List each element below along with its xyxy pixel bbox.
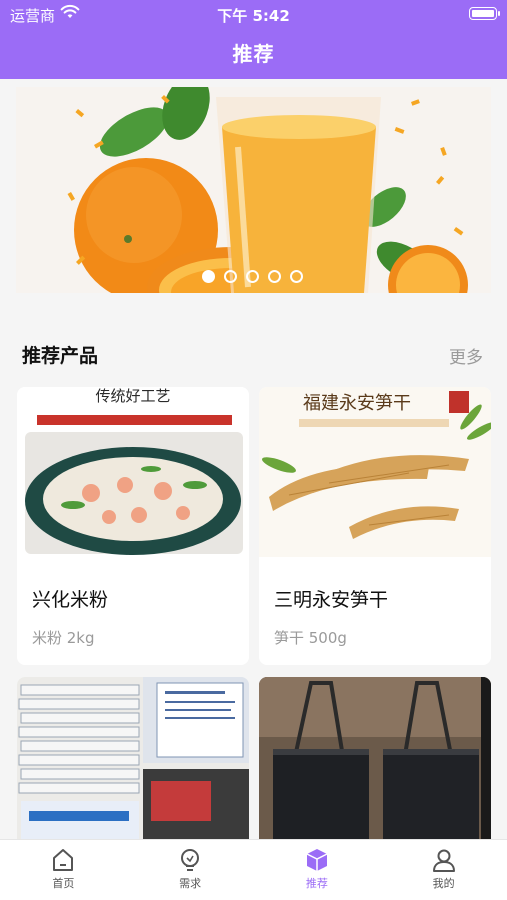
banner-image [16,87,491,293]
tab-demand[interactable]: 需求 [127,840,254,900]
tab-mine[interactable]: 我的 [380,840,507,900]
status-bar: 运营商 下午 5:42 [0,0,507,28]
tab-label: 需求 [179,877,202,890]
tab-recommend[interactable]: 推荐 [254,840,381,900]
tab-label: 首页 [52,877,75,890]
carousel-dot-3[interactable] [246,270,259,283]
product-card[interactable] [259,677,491,847]
tab-label: 我的 [432,877,455,890]
app-header: 运营商 下午 5:42 推荐 [0,0,507,79]
home-icon [53,849,74,871]
user-icon [432,849,455,872]
product-name: 三明永安笋干 [274,589,389,611]
battery-icon [469,7,500,20]
product-spec: 笋干 500g [274,629,347,647]
page-title: 推荐 [232,42,275,66]
product-image [17,677,249,847]
tab-home[interactable]: 首页 [0,840,127,900]
section-header: 推荐产品 更多 [0,335,507,375]
cube-icon [306,849,328,871]
carousel-dot-4[interactable] [268,270,281,283]
tab-bar: 首页 需求 推荐 我的 [0,839,507,900]
carousel-indicator [202,270,303,283]
product-card[interactable] [17,677,249,847]
product-image-text: 传统好工艺 [95,387,170,405]
product-card[interactable]: 传统好工艺 兴化米粉 米粉 2kg [17,387,249,665]
product-image [259,677,491,847]
more-link[interactable]: 更多 [449,343,483,368]
carousel-dot-1[interactable] [202,270,215,283]
tab-label: 推荐 [305,877,328,890]
product-name: 兴化米粉 [32,589,109,611]
lightbulb-icon [181,849,200,871]
carousel-dot-2[interactable] [224,270,237,283]
carousel-dot-5[interactable] [290,270,303,283]
section-title: 推荐产品 [22,345,99,367]
banner-carousel[interactable] [16,87,491,293]
clock: 下午 5:42 [217,7,290,25]
product-card[interactable]: 福建永安笋干 三明永安笋干 笋干 500g [259,387,491,665]
product-spec: 米粉 2kg [32,629,95,647]
product-image: 传统好工艺 [17,387,249,557]
product-image-text: 福建永安笋干 [303,393,411,414]
product-image: 福建永安笋干 [259,387,491,557]
